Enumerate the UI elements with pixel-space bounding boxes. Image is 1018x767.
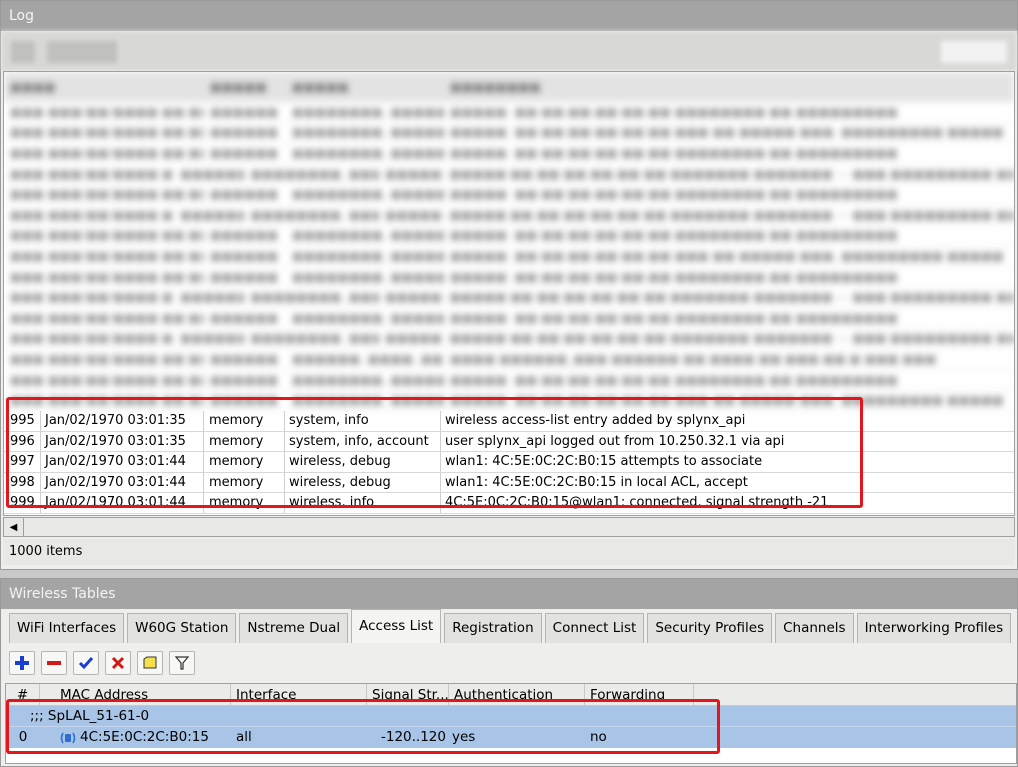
wireless-tables-window: Wireless Tables WiFi Interfaces W60G Sta…	[0, 578, 1018, 767]
log-row-number: 996	[4, 431, 41, 452]
log-row-message: wlan1: 4C:5E:0C:2C:B0:15 in local ACL, a…	[445, 474, 748, 490]
log-row-topics: system, info, account	[285, 431, 441, 452]
tab-wifi-interfaces[interactable]: WiFi Interfaces	[9, 613, 125, 643]
column-header-interface[interactable]: Interface	[231, 684, 367, 705]
column-header-authentication[interactable]: Authentication	[449, 684, 585, 705]
log-row-number: 997	[4, 452, 41, 472]
add-button[interactable]	[9, 651, 35, 675]
log-table: ■■■■ ■■■■■ ■■■■■ ■■■■■■■■ ■■■ ■■■/■■/■■■…	[3, 71, 1015, 516]
entry-interface: all	[236, 729, 252, 745]
table-row[interactable]: 0 4C:5E:0C:2C:B0:15 all -120..120 yes no	[6, 726, 1016, 748]
remove-button[interactable]	[41, 651, 67, 675]
entry-authentication: yes	[452, 729, 476, 745]
tab-connect-list[interactable]: Connect List	[544, 613, 645, 643]
log-row-number: 998	[4, 472, 41, 493]
freeze-button	[47, 41, 117, 63]
log-row-buffer: memory	[204, 493, 285, 513]
log-row[interactable]: 998 Jan/02/1970 03:01:44 memory wireless…	[4, 472, 1014, 494]
remove-icon	[47, 661, 61, 665]
log-row-time: Jan/02/1970 03:01:35	[41, 431, 204, 452]
entry-mac-cell: 4C:5E:0C:2C:B0:15	[40, 727, 231, 748]
entry-comment[interactable]: ;;; SpLAL_51-61-0	[6, 706, 1016, 726]
entry-forwarding: no	[590, 729, 607, 745]
log-row-message: 4C:5E:0C:2C:B0:15@wlan1: connected, sign…	[445, 495, 829, 511]
column-header-number[interactable]: #	[6, 684, 40, 705]
filter-icon	[11, 41, 35, 63]
entry-signal-range: -120..120	[381, 729, 446, 745]
log-row-topics: system, info	[285, 410, 441, 431]
log-row[interactable]: 997 Jan/02/1970 03:01:44 memory wireless…	[4, 452, 1014, 473]
log-row-buffer: memory	[204, 431, 285, 452]
tab-registration[interactable]: Registration	[444, 613, 542, 643]
scroll-left-arrow-icon[interactable]: ◀	[4, 518, 24, 536]
log-window-title: Log	[1, 1, 1017, 31]
log-row-buffer: memory	[204, 410, 285, 431]
access-list-toolbar	[9, 651, 201, 677]
log-row-time: Jan/02/1970 03:01:44	[41, 493, 204, 513]
log-row-message: wireless access-list entry added by sply…	[445, 412, 746, 428]
blurred-log-rows: ■■■■ ■■■■■ ■■■■■ ■■■■■■■■ ■■■ ■■■/■■/■■■…	[4, 72, 1014, 411]
enable-button[interactable]	[73, 651, 99, 675]
disable-icon	[111, 656, 125, 670]
log-row-message: user splynx_api logged out from 10.250.3…	[445, 433, 785, 449]
enable-icon	[78, 657, 94, 670]
tab-w60g-station[interactable]: W60G Station	[127, 613, 237, 643]
column-header-forwarding[interactable]: Forwarding	[585, 684, 694, 705]
wireless-window-title: Wireless Tables	[1, 579, 1017, 609]
wireless-client-icon	[60, 732, 76, 743]
comment-icon	[143, 656, 157, 669]
filter-icon	[174, 656, 190, 670]
access-list-table: # MAC Address Interface Signal Str... Au…	[5, 683, 1017, 764]
log-row-message: wlan1: 4C:5E:0C:2C:B0:15 attempts to ass…	[445, 454, 763, 470]
comment-button[interactable]	[137, 651, 163, 675]
tab-interworking-profiles[interactable]: Interworking Profiles	[856, 613, 1012, 643]
log-row[interactable]: 999 Jan/02/1970 03:01:44 memory wireless…	[4, 493, 1014, 514]
find-input	[941, 41, 1007, 63]
tab-security-profiles[interactable]: Security Profiles	[647, 613, 773, 643]
tab-channels[interactable]: Channels	[775, 613, 854, 643]
log-status-count: 1000 items	[3, 539, 1015, 565]
tab-access-list[interactable]: Access List	[351, 609, 442, 643]
table-header: # MAC Address Interface Signal Str... Au…	[6, 684, 1016, 706]
log-row-time: Jan/02/1970 03:01:44	[41, 452, 204, 472]
add-icon	[15, 656, 29, 670]
tab-nstreme-dual[interactable]: Nstreme Dual	[239, 613, 349, 643]
entry-mac-address: 4C:5E:0C:2C:B0:15	[80, 729, 209, 745]
disable-button[interactable]	[105, 651, 131, 675]
tab-bar: WiFi Interfaces W60G Station Nstreme Dua…	[9, 609, 1014, 643]
entry-number: 0	[18, 729, 28, 745]
log-row-topics: wireless, info	[285, 493, 441, 513]
log-row-buffer: memory	[204, 472, 285, 493]
log-row-time: Jan/02/1970 03:01:35	[41, 410, 204, 431]
log-window: Log ■■■■ ■■■■■ ■■■■■ ■■■■■■■■ ■■■ ■■■/■■…	[0, 0, 1018, 570]
log-row-topics: wireless, debug	[285, 452, 441, 472]
log-row-time: Jan/02/1970 03:01:44	[41, 472, 204, 493]
log-row-number: 999	[4, 493, 41, 513]
log-row-buffer: memory	[204, 452, 285, 472]
filter-button[interactable]	[169, 651, 195, 675]
column-header-mac-address[interactable]: MAC Address	[40, 684, 231, 705]
log-row-topics: wireless, debug	[285, 472, 441, 493]
log-row[interactable]: 995 Jan/02/1970 03:01:35 memory system, …	[4, 410, 1014, 432]
log-toolbar-blurred	[1, 31, 1017, 71]
log-row-number: 995	[4, 410, 41, 431]
log-row[interactable]: 996 Jan/02/1970 03:01:35 memory system, …	[4, 431, 1014, 453]
column-header-signal-strength[interactable]: Signal Str...	[367, 684, 449, 705]
horizontal-scrollbar[interactable]: ◀	[3, 517, 1015, 537]
